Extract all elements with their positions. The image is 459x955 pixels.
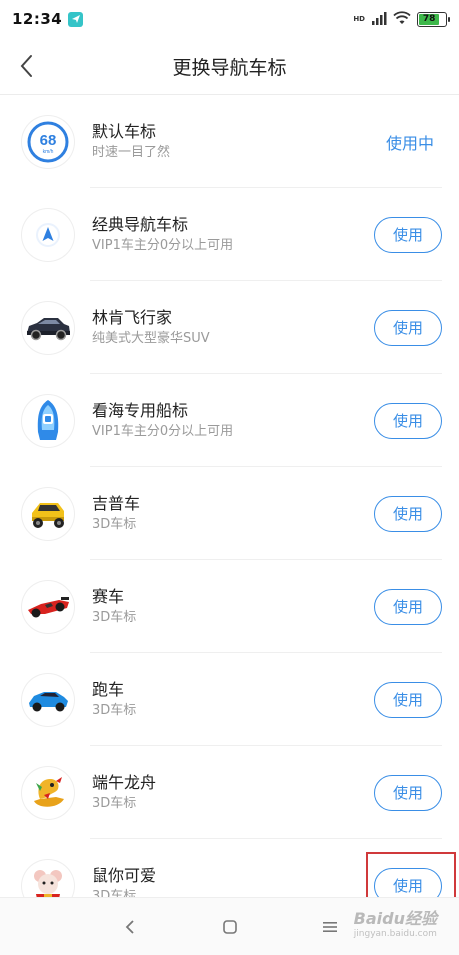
item-title: 经典导航车标	[92, 214, 189, 234]
car-icon-list: 68 km/h 默认车标 时速一目了然 使用中 经典导航车标 VIP1车主分0分…	[0, 95, 459, 900]
nav-home-button[interactable]	[215, 912, 245, 942]
menu-icon	[322, 921, 337, 932]
nav-menu-button[interactable]	[315, 912, 345, 942]
header: 更换导航车标	[0, 38, 459, 94]
use-button[interactable]: 使用	[374, 402, 442, 439]
in-use-label: 使用中	[385, 133, 434, 153]
list-item: 鼠你可爱 3D车标 使用	[0, 839, 459, 900]
use-button[interactable]: 使用	[374, 588, 442, 625]
use-button[interactable]: 使用	[374, 216, 442, 253]
use-button[interactable]: 使用	[374, 495, 442, 532]
use-button[interactable]: 使用	[374, 681, 442, 718]
battery-icon: 78	[417, 11, 450, 27]
use-button[interactable]: 使用	[374, 309, 442, 346]
item-subtitle: VIP1车主分0分以上可用	[92, 423, 234, 439]
status-bar: 12:34 HD 78	[0, 0, 459, 38]
suv-icon	[22, 301, 74, 354]
list-item: 跑车 3D车标 使用	[0, 653, 459, 746]
item-subtitle: 3D车标	[92, 795, 137, 811]
highlight-box	[366, 851, 456, 900]
chevron-left-icon	[125, 919, 134, 934]
item-title: 吉普车	[92, 493, 141, 513]
item-subtitle: 纯美式大型豪华SUV	[92, 330, 210, 346]
back-button[interactable]	[10, 50, 42, 82]
item-subtitle: 3D车标	[92, 516, 137, 532]
item-title: 端午龙舟	[92, 772, 157, 792]
list-item: 经典导航车标 VIP1车主分0分以上可用 使用	[0, 188, 459, 281]
hd-network-label: HD	[353, 15, 365, 23]
sports-car-icon	[22, 673, 74, 726]
item-subtitle: 3D车标	[92, 702, 137, 718]
svg-text:68: 68	[40, 132, 57, 149]
boat-icon	[22, 394, 74, 447]
item-title: 跑车	[92, 679, 125, 699]
send-icon	[68, 11, 84, 27]
use-button[interactable]: 使用	[374, 774, 442, 811]
watermark: Baidu经验 jingyan.baidu.com	[354, 905, 437, 939]
svg-text:km/h: km/h	[43, 149, 54, 155]
signal-icon	[371, 10, 387, 29]
item-title: 看海专用船标	[92, 400, 189, 420]
wifi-icon	[393, 10, 411, 29]
list-item: 端午龙舟 3D车标 使用	[0, 746, 459, 839]
status-time: 12:34	[12, 10, 63, 28]
nav-arrow-icon	[22, 208, 74, 261]
watermark-url: jingyan.baidu.com	[353, 929, 437, 939]
item-title: 赛车	[92, 586, 125, 606]
battery-level: 78	[422, 14, 436, 24]
race-car-icon	[22, 580, 74, 633]
dragon-boat-icon	[22, 766, 74, 819]
list-item: 68 km/h 默认车标 时速一目了然 使用中	[0, 95, 459, 188]
page-title: 更换导航车标	[172, 56, 287, 79]
list-item: 吉普车 3D车标 使用	[0, 467, 459, 560]
item-subtitle: 3D车标	[92, 609, 137, 625]
home-square-icon	[222, 919, 237, 934]
nav-back-button[interactable]	[115, 912, 145, 942]
jeep-icon	[22, 487, 74, 540]
list-item: 林肯飞行家 纯美式大型豪华SUV 使用	[0, 281, 459, 374]
item-title: 鼠你可爱	[92, 865, 157, 885]
item-subtitle: 时速一目了然	[92, 144, 171, 160]
item-title: 默认车标	[92, 121, 157, 141]
chevron-left-icon	[20, 55, 32, 77]
list-item: 赛车 3D车标 使用	[0, 560, 459, 653]
list-item: 看海专用船标 VIP1车主分0分以上可用 使用	[0, 374, 459, 467]
mouse-icon	[22, 859, 74, 900]
item-title: 林肯飞行家	[92, 307, 173, 327]
item-subtitle: VIP1车主分0分以上可用	[92, 237, 234, 253]
watermark-logo: Baidu经验	[353, 909, 437, 928]
speedometer-icon: 68 km/h	[22, 115, 74, 168]
